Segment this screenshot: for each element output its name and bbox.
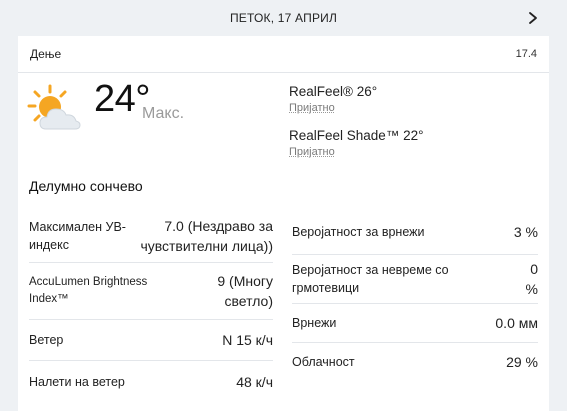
section-time: 17.4	[515, 48, 537, 60]
detail-label: Ветер	[29, 332, 64, 347]
partly-sunny-icon	[27, 84, 81, 130]
detail-row-thunder-prob: Веројатност за невреме со грмотевици 0 %	[292, 255, 538, 304]
detail-value: 0 %	[525, 260, 538, 297]
detail-row-cloud: Облачност 29 %	[292, 343, 538, 381]
detail-row-gusts: Налети на ветер 48 к/ч	[29, 361, 273, 403]
realfeel-desc[interactable]: Пријатно	[289, 102, 335, 114]
temperature-label: Макс.	[142, 105, 185, 122]
realfeel: RealFeel® 26°	[289, 84, 378, 99]
detail-label: Облачност	[292, 354, 355, 369]
detail-value: 48 к/ч	[236, 373, 273, 390]
chevron-right-icon[interactable]	[526, 9, 540, 27]
detail-label: Врнежи	[292, 315, 337, 330]
section-title: Дење	[30, 47, 62, 61]
detail-value: 29 %	[506, 353, 538, 370]
detail-value: 3 %	[513, 223, 538, 240]
detail-row-precip: Врнежи 0.0 мм	[292, 304, 538, 343]
detail-label: Максимален УВ-индекс	[29, 219, 126, 252]
date-header: ПЕТОК, 17 АПРИЛ	[0, 0, 567, 36]
section-header: Дење 17.4	[18, 36, 549, 73]
current-conditions: 24° Макс. RealFeel® 26° Пријатно RealFee…	[18, 72, 549, 182]
realfeel-shade: RealFeel Shade™ 22°	[289, 128, 424, 143]
detail-value: 0.0 мм	[495, 314, 538, 331]
detail-row-wind: Ветер N 15 к/ч	[29, 320, 273, 361]
detail-label: Веројатност за невреме со грмотевици	[292, 262, 449, 295]
detail-row-uv: Максимален УВ-индекс 7.0 (Нездраво за чу…	[29, 210, 273, 263]
detail-row-brightness: AccuLumen Brightness Index™ 9 (Многу све…	[29, 263, 273, 320]
weather-phrase: Делумно сончево	[29, 178, 143, 194]
detail-label: Налети на ветер	[29, 374, 125, 389]
detail-value: 7.0 (Нездраво за чувствителни лица))	[140, 217, 273, 254]
detail-value: N 15 к/ч	[222, 331, 273, 348]
date-label: ПЕТОК, 17 АПРИЛ	[229, 11, 338, 25]
detail-value: 9 (Многу светло)	[217, 272, 273, 309]
detail-label: Веројатност за врнежи	[292, 224, 425, 239]
detail-row-precip-prob: Веројатност за врнежи 3 %	[292, 210, 538, 255]
detail-label: AccuLumen Brightness Index™	[29, 276, 148, 305]
forecast-card: Дење 17.4 24° Макс. RealFeel® 26° Пријат…	[18, 36, 549, 411]
realfeel-shade-desc[interactable]: Пријатно	[289, 146, 335, 158]
